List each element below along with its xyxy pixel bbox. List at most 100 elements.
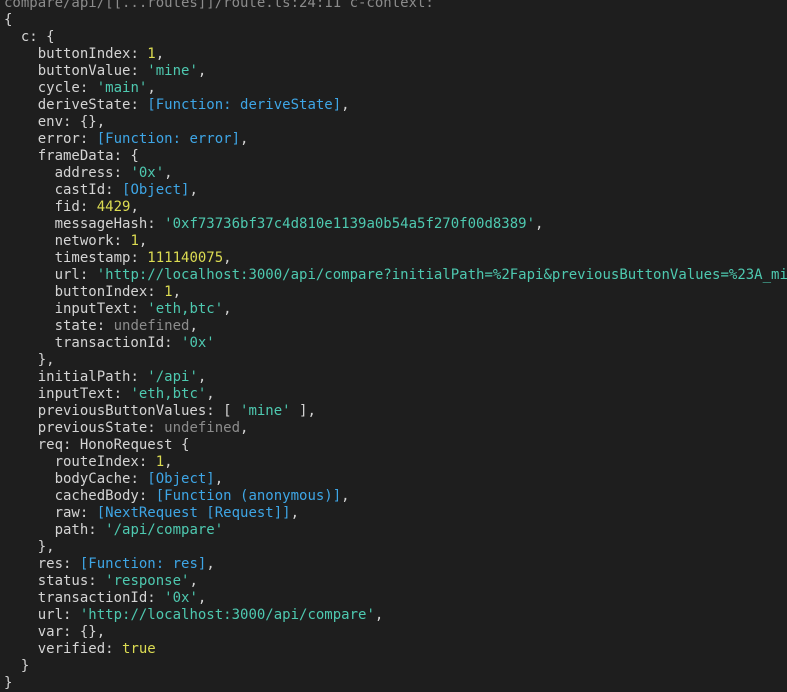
- property-key: routeIndex: [54, 454, 139, 470]
- punctuation: : {: [29, 29, 55, 45]
- property-key: cachedBody: [54, 488, 139, 504]
- punctuation: :: [79, 199, 97, 215]
- console-line: inputText: 'eth,btc',: [4, 301, 787, 318]
- property-key: frameData: [37, 148, 114, 164]
- punctuation: :: [105, 641, 123, 657]
- property-key: previousState: [37, 420, 148, 436]
- console-line: cachedBody: [Function (anonymous)],: [4, 488, 787, 505]
- punctuation: :: [63, 607, 80, 623]
- property-key: network: [54, 233, 114, 249]
- property-key: path: [54, 522, 89, 538]
- console-line: raw: [NextRequest [Request]],: [4, 505, 787, 522]
- property-key: transactionId: [54, 335, 165, 351]
- punctuation: :: [79, 80, 97, 96]
- console-line: }: [4, 675, 787, 692]
- property-key: timestamp: [54, 250, 131, 266]
- object-ref: [Object]: [122, 182, 190, 198]
- console-line: var: {},: [4, 624, 787, 641]
- console-line: transactionId: '0x': [4, 335, 787, 352]
- punctuation: :: [130, 46, 148, 62]
- punctuation: {: [172, 437, 190, 453]
- punctuation: : {},: [63, 114, 106, 130]
- punctuation: :: [88, 522, 106, 538]
- punctuation: ,: [197, 369, 207, 385]
- console-line: inputText: 'eth,btc',: [4, 386, 787, 403]
- string-value: 'http://localhost:3000/api/compare?initi…: [96, 267, 787, 283]
- punctuation: ,: [290, 505, 300, 521]
- console-line: req: HonoRequest {: [4, 437, 787, 454]
- punctuation: :: [113, 386, 131, 402]
- function-value: [Function: res]: [79, 556, 207, 572]
- property-key: var: [37, 624, 64, 640]
- console-line: c: {: [4, 29, 787, 46]
- punctuation: :: [130, 250, 148, 266]
- string-value: '/api/compare': [105, 522, 224, 538]
- property-key: raw: [54, 505, 80, 521]
- console-line: deriveState: [Function: deriveState],: [4, 97, 787, 114]
- property-key: messageHash: [54, 216, 148, 232]
- terminal-output[interactable]: compare/api/[[...routes]]/route.ts:24:11…: [4, 0, 787, 691]
- console-line: url: 'http://localhost:3000/api/compare?…: [4, 267, 787, 284]
- object-ref: [Object]: [147, 471, 215, 487]
- punctuation: }: [4, 675, 13, 691]
- punctuation: :: [105, 182, 123, 198]
- number-value: 111140075: [147, 250, 224, 266]
- punctuation: :: [113, 233, 131, 249]
- console-line: path: '/api/compare': [4, 522, 787, 539]
- property-key: deriveState: [37, 97, 131, 113]
- number-value: 1: [155, 454, 165, 470]
- punctuation: ,: [130, 199, 139, 215]
- punctuation: ,: [341, 97, 350, 113]
- console-line: transactionId: '0x',: [4, 590, 787, 607]
- punctuation: :: [130, 97, 148, 113]
- punctuation: :: [147, 216, 165, 232]
- punctuation: },: [37, 539, 55, 555]
- boolean-value: true: [122, 641, 156, 657]
- punctuation: ,: [223, 250, 232, 266]
- undefined-value: undefined: [113, 318, 190, 334]
- punctuation: :: [147, 284, 165, 300]
- punctuation: :: [130, 471, 148, 487]
- punctuation: :: [79, 505, 97, 521]
- property-key: res: [37, 556, 64, 572]
- clipped-log-header: compare/api/[[...routes]]/route.ts:24:11…: [4, 0, 434, 11]
- console-line: buttonIndex: 1,: [4, 46, 787, 63]
- string-value: 'http://localhost:3000/api/compare': [79, 607, 375, 623]
- console-line: network: 1,: [4, 233, 787, 250]
- property-key: initialPath: [37, 369, 131, 385]
- property-key: env: [37, 114, 64, 130]
- property-key: verified: [37, 641, 106, 657]
- punctuation: ,: [535, 216, 544, 232]
- console-line: bodyCache: [Object],: [4, 471, 787, 488]
- punctuation: }: [20, 658, 30, 674]
- console-line: buttonIndex: 1,: [4, 284, 787, 301]
- property-key: cycle: [37, 80, 80, 96]
- function-value: [Function (anonymous)]: [155, 488, 342, 504]
- number-value: 1: [147, 46, 156, 62]
- punctuation: ,: [138, 233, 148, 249]
- punctuation: :: [138, 488, 156, 504]
- punctuation: : [: [206, 403, 241, 419]
- property-key: req: [37, 437, 64, 453]
- property-key: address: [54, 165, 114, 181]
- string-value: 'main': [96, 80, 148, 96]
